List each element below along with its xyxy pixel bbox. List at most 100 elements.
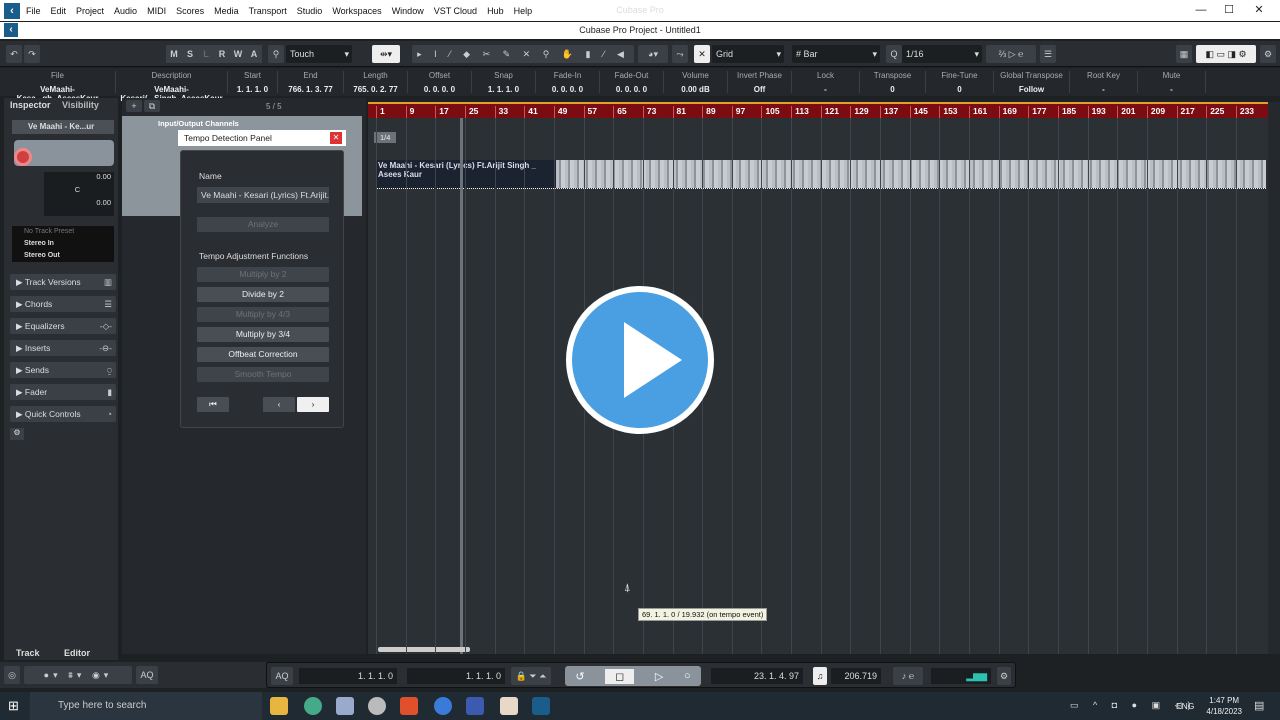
quantize-icon[interactable]: Q bbox=[886, 45, 902, 63]
info-invert-phase[interactable]: Invert Phase Off bbox=[728, 71, 792, 94]
info-transpose[interactable]: Transpose 0 bbox=[860, 71, 926, 94]
app-icon[interactable] bbox=[466, 697, 484, 715]
info-value[interactable]: 765. 0. 2. 77 bbox=[344, 85, 407, 94]
stop-button[interactable]: ◻ bbox=[605, 668, 635, 684]
play-button[interactable]: ▷ bbox=[655, 670, 663, 683]
snap-mode-button[interactable]: ⇹▾ bbox=[372, 45, 400, 63]
mode-r-button[interactable]: R bbox=[214, 45, 230, 63]
mode-s-button[interactable]: S bbox=[182, 45, 198, 63]
info-root-key[interactable]: Root Key - bbox=[1070, 71, 1138, 94]
keyboard-icon[interactable]: ▦ bbox=[1176, 45, 1192, 63]
maximize-button[interactable]: ☐ bbox=[1214, 0, 1244, 21]
file-explorer-icon[interactable] bbox=[270, 697, 288, 715]
mode-m-button[interactable]: M bbox=[166, 45, 182, 63]
windows-start-icon[interactable]: ⊞ bbox=[8, 698, 19, 714]
input-routing[interactable]: Stereo In bbox=[24, 238, 114, 250]
output-routing[interactable]: Stereo Out bbox=[24, 250, 114, 262]
info-offset[interactable]: Offset 0. 0. 0. 0 bbox=[408, 71, 472, 94]
info-volume[interactable]: Volume 0.00 dB bbox=[664, 71, 728, 94]
analyze-button[interactable]: Analyze bbox=[197, 217, 329, 232]
quantize-options-buttons[interactable]: ⅔ ▷ ℮ bbox=[986, 45, 1036, 63]
redo-button[interactable]: ↷ bbox=[24, 45, 40, 63]
quantize-select[interactable]: 1/16 ▾ bbox=[902, 45, 982, 63]
menu-workspaces[interactable]: Workspaces bbox=[332, 6, 381, 16]
auto-scroll-button[interactable]: ⤳ bbox=[672, 45, 688, 63]
reset-button[interactable]: ⏮ bbox=[197, 397, 229, 412]
color-button[interactable]: ◕▾ bbox=[638, 45, 668, 63]
tab-track[interactable]: Track bbox=[16, 648, 40, 658]
menu-transport[interactable]: Transport bbox=[249, 6, 287, 16]
folder-track-name[interactable]: Input/Output Channels bbox=[158, 119, 239, 128]
taskbar-search[interactable]: Type here to search bbox=[30, 692, 262, 720]
app-icon[interactable] bbox=[368, 697, 386, 715]
pan-value[interactable]: C bbox=[44, 185, 111, 194]
add-track-from-preset-icon[interactable]: ⧉ bbox=[144, 100, 160, 112]
info-value[interactable]: 1. 1. 1. 0 bbox=[228, 85, 277, 94]
mode-a-button[interactable]: A bbox=[246, 45, 262, 63]
tab-inspector[interactable]: Inspector bbox=[10, 98, 51, 112]
brave-icon[interactable] bbox=[400, 697, 418, 715]
grid-type-select[interactable]: # Bar ▾ bbox=[792, 45, 880, 63]
track-controls[interactable] bbox=[14, 140, 114, 166]
function-button-divide-by-2[interactable]: Divide by 2 bbox=[197, 287, 329, 302]
menu-hub[interactable]: Hub bbox=[487, 6, 504, 16]
menu-vst-cloud[interactable]: VST Cloud bbox=[434, 6, 477, 16]
project-cursor[interactable] bbox=[460, 118, 463, 654]
tab-editor[interactable]: Editor bbox=[64, 648, 90, 658]
mode-l-button[interactable]: L bbox=[198, 45, 214, 63]
info-value[interactable]: 0. 0. 0. 0 bbox=[408, 85, 471, 94]
info-end[interactable]: End 766. 1. 3. 77 bbox=[278, 71, 344, 94]
notifications-icon[interactable]: ▤ bbox=[1254, 699, 1264, 712]
info-fine-tune[interactable]: Fine-Tune 0 bbox=[926, 71, 994, 94]
section-track-versions[interactable]: ▶ Track Versions ▥ bbox=[10, 274, 116, 290]
section-equalizers[interactable]: ▶ Equalizers -◇- bbox=[10, 318, 116, 334]
info-value[interactable]: 0.00 dB bbox=[664, 85, 727, 94]
track-name-field[interactable]: Ve Maahi - Ke...ur bbox=[12, 120, 114, 134]
settings-icon[interactable]: ⚙ bbox=[1260, 45, 1276, 63]
ruler[interactable]: 1 9 17 25 33 41 49 57 65 73 81 89 97 105 113 121 129 137 1… bbox=[368, 102, 1268, 120]
info-value[interactable]: 0. 0. 0. 0 bbox=[536, 85, 599, 94]
mode-w-button[interactable]: W bbox=[230, 45, 246, 63]
snap-toggle-button[interactable]: ✕ bbox=[694, 45, 710, 63]
delay-value[interactable]: 0.00 bbox=[44, 198, 111, 207]
app-icon[interactable] bbox=[500, 697, 518, 715]
tempo-display[interactable]: 206.719 bbox=[831, 668, 881, 684]
menu-window[interactable]: Window bbox=[392, 6, 424, 16]
section-chords[interactable]: ▶ Chords ☰ bbox=[10, 296, 116, 312]
function-button-smooth-tempo[interactable]: Smooth Tempo bbox=[197, 367, 329, 382]
vertical-scrollbar[interactable] bbox=[1268, 102, 1280, 654]
position-display[interactable]: 23. 1. 4. 97 bbox=[711, 668, 803, 684]
menu-file[interactable]: File bbox=[26, 6, 41, 16]
menu-midi[interactable]: MIDI bbox=[147, 6, 166, 16]
language-indicator[interactable]: ENG bbox=[1176, 701, 1194, 711]
name-field[interactable]: Ve Maahi - Kesari (Lyrics) Ft.Arijit. bbox=[197, 187, 329, 203]
transport-settings-icon[interactable]: ⚙ bbox=[997, 667, 1011, 685]
clock[interactable]: 1:47 PM 4/18/2023 bbox=[1206, 695, 1242, 717]
menu-project[interactable]: Project bbox=[76, 6, 104, 16]
auto-quantize-button[interactable]: AQ bbox=[271, 667, 293, 685]
tab-visibility[interactable]: Visibility bbox=[62, 98, 99, 112]
aq-button[interactable]: AQ bbox=[136, 666, 158, 684]
section-sends[interactable]: ▶ Sends ⍜ bbox=[10, 362, 116, 378]
info-fade-in[interactable]: Fade-In 0. 0. 0. 0 bbox=[536, 71, 600, 94]
zone-layout-buttons[interactable]: ◧ ▭ ◨ ⚙ bbox=[1196, 45, 1256, 63]
info-value[interactable]: 1. 1. 1. 0 bbox=[472, 85, 535, 94]
menu-help[interactable]: Help bbox=[514, 6, 533, 16]
info-start[interactable]: Start 1. 1. 1. 0 bbox=[228, 71, 278, 94]
video-play-button[interactable] bbox=[566, 286, 714, 434]
info-length[interactable]: Length 765. 0. 2. 77 bbox=[344, 71, 408, 94]
info-value[interactable]: 0 bbox=[860, 85, 925, 94]
previous-button[interactable]: ‹ bbox=[263, 397, 295, 412]
chrome-icon[interactable] bbox=[304, 697, 322, 715]
menu-scores[interactable]: Scores bbox=[176, 6, 204, 16]
project-arrange-area[interactable]: 1 9 17 25 33 41 49 57 65 73 81 89 97 105 113 121 129 137 1… bbox=[368, 102, 1268, 654]
info-value[interactable]: 0. 0. 0. 0 bbox=[600, 85, 663, 94]
info-value[interactable]: Follow bbox=[994, 85, 1069, 94]
status-icon[interactable]: ◎ bbox=[4, 666, 20, 684]
cycle-button[interactable]: ↺ bbox=[575, 670, 584, 683]
tool-buttons[interactable]: ▸ I ⁄ ◆ ✂ ✎ ✕ ⚲ ✋ ▮ ⁄ ◀ ◢ bbox=[412, 45, 634, 77]
signature-event[interactable]: 1/4 bbox=[374, 132, 397, 143]
info-mute[interactable]: Mute - bbox=[1138, 71, 1206, 94]
inspector-settings-icon[interactable]: ⚙ bbox=[10, 428, 24, 440]
snap-type-select[interactable]: Grid ▾ bbox=[712, 45, 784, 63]
